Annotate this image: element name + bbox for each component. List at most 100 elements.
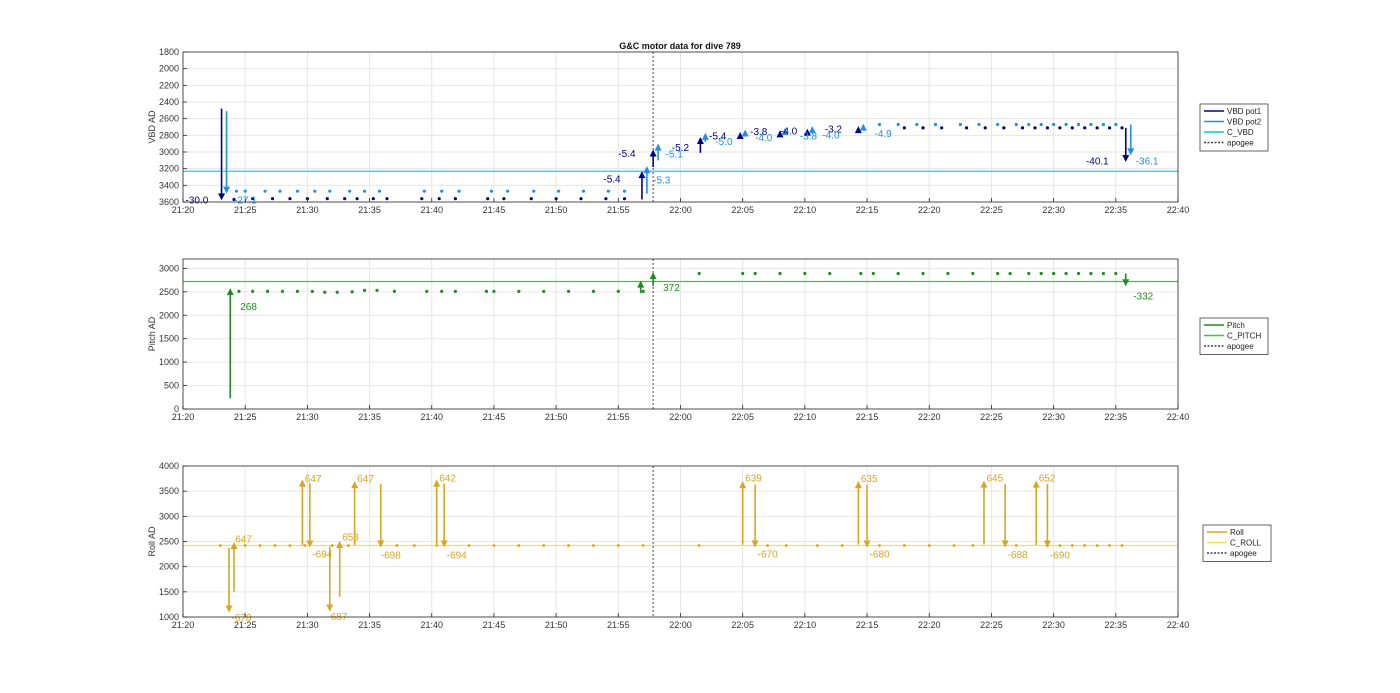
data-point — [877, 122, 882, 127]
data-point — [1070, 544, 1074, 547]
value-annotation: -5.4 — [618, 149, 636, 160]
y-tick-label: 3000 — [159, 147, 179, 157]
x-tick-label: 22:20 — [918, 412, 941, 422]
x-tick-label: 22:30 — [1042, 412, 1065, 422]
data-point — [1064, 122, 1068, 127]
data-point — [896, 122, 900, 127]
x-tick-label: 22:15 — [856, 205, 879, 215]
data-point — [1095, 126, 1099, 130]
y-tick-label: 3400 — [159, 180, 179, 190]
data-point — [606, 189, 610, 193]
x-tick-label: 22:10 — [794, 620, 817, 630]
data-point — [566, 289, 571, 293]
data-point — [502, 197, 506, 201]
data-point — [971, 271, 975, 276]
data-point — [347, 544, 350, 547]
y-tick-label: 1500 — [159, 334, 179, 344]
x-tick-label: 22:40 — [1167, 412, 1190, 422]
x-tick-label: 21:30 — [296, 620, 319, 630]
data-point — [766, 544, 769, 547]
data-point — [265, 289, 270, 293]
data-point — [591, 289, 596, 293]
data-point — [1076, 271, 1081, 276]
x-tick-label: 21:25 — [234, 412, 257, 422]
data-point — [977, 122, 981, 127]
data-point — [946, 271, 950, 276]
data-point — [933, 122, 938, 127]
value-annotation: -5.4 — [603, 175, 621, 186]
x-tick-label: 21:35 — [358, 620, 381, 630]
y-tick-label: 1000 — [159, 612, 179, 622]
value-annotation: -688 — [1008, 550, 1028, 561]
data-point — [437, 197, 441, 201]
value-annotation: -694 — [447, 551, 467, 562]
chart-panel-3: 647 -670 647 -694 653 -687 647 -698 642 -694 639 -6… — [147, 461, 1272, 630]
data-point — [641, 289, 645, 293]
y-tick-label: 3000 — [159, 263, 179, 273]
data-point — [958, 122, 962, 127]
data-point — [622, 189, 627, 193]
data-point — [1120, 544, 1124, 547]
y-tick-label: 2200 — [159, 80, 179, 90]
data-point — [371, 197, 375, 201]
y-tick-label: 3200 — [159, 164, 179, 174]
x-tick-label: 22:25 — [980, 412, 1003, 422]
data-point — [952, 544, 956, 547]
x-tick-label: 21:30 — [296, 412, 319, 422]
legend: VBD pot1 VBD pot2C_VBDapogee — [1199, 103, 1269, 152]
x-tick-label: 21:45 — [483, 620, 506, 630]
value-annotation: 635 — [861, 474, 878, 485]
value-annotation: -5.1 — [666, 150, 684, 161]
value-annotation: 639 — [745, 474, 762, 485]
data-point — [323, 290, 327, 294]
x-tick-label: 22:05 — [731, 412, 754, 422]
x-tick-label: 21:25 — [234, 620, 257, 630]
value-annotation: -4.9 — [875, 129, 893, 140]
data-point — [234, 189, 239, 193]
data-point — [453, 289, 457, 293]
value-annotation: -670 — [758, 550, 778, 561]
data-point — [362, 189, 367, 193]
x-tick-label: 21:45 — [483, 412, 506, 422]
y-tick-label: 2000 — [159, 310, 179, 320]
data-point — [815, 544, 819, 547]
data-point — [1064, 271, 1068, 276]
data-point — [1089, 271, 1093, 276]
x-tick-label: 21:55 — [607, 412, 630, 422]
x-tick-label: 22:15 — [856, 620, 879, 630]
x-tick-label: 22:30 — [1042, 205, 1065, 215]
y-axis-label: VBD AD — [147, 110, 157, 144]
data-point — [1114, 122, 1118, 127]
data-point — [778, 271, 782, 276]
data-point — [1089, 122, 1093, 127]
y-tick-label: 3600 — [159, 197, 179, 207]
data-point — [1070, 126, 1074, 130]
data-point — [492, 544, 496, 547]
data-point — [412, 544, 416, 547]
data-point — [377, 189, 382, 193]
data-point — [567, 544, 570, 547]
x-tick-label: 21:50 — [545, 205, 568, 215]
data-point — [859, 271, 863, 276]
legend-entry: apogee — [1230, 549, 1257, 558]
data-point — [263, 189, 267, 193]
data-point — [1120, 126, 1124, 130]
data-point — [1058, 126, 1062, 130]
data-point — [542, 544, 546, 547]
x-tick-label: 22:25 — [980, 620, 1003, 630]
data-point — [486, 197, 490, 201]
x-tick-label: 22:10 — [794, 412, 817, 422]
data-point — [278, 189, 282, 193]
data-point — [362, 288, 367, 293]
data-point — [385, 197, 389, 201]
y-axis-label: Roll AD — [147, 526, 157, 557]
x-tick-label: 21:55 — [607, 205, 630, 215]
data-point — [697, 271, 701, 276]
legend: Roll C_ROLLapogee — [1202, 524, 1272, 562]
chart-panel-1: -30.0 -27.1-5.4 -5.3-5.4-5.2-5.1-5.4-5.0-3… — [147, 47, 1269, 215]
x-tick-label: 22:05 — [731, 620, 754, 630]
data-point — [270, 197, 275, 201]
value-annotation: -5.3 — [653, 176, 671, 187]
data-point — [288, 544, 292, 547]
value-annotation: 647 — [235, 534, 252, 545]
